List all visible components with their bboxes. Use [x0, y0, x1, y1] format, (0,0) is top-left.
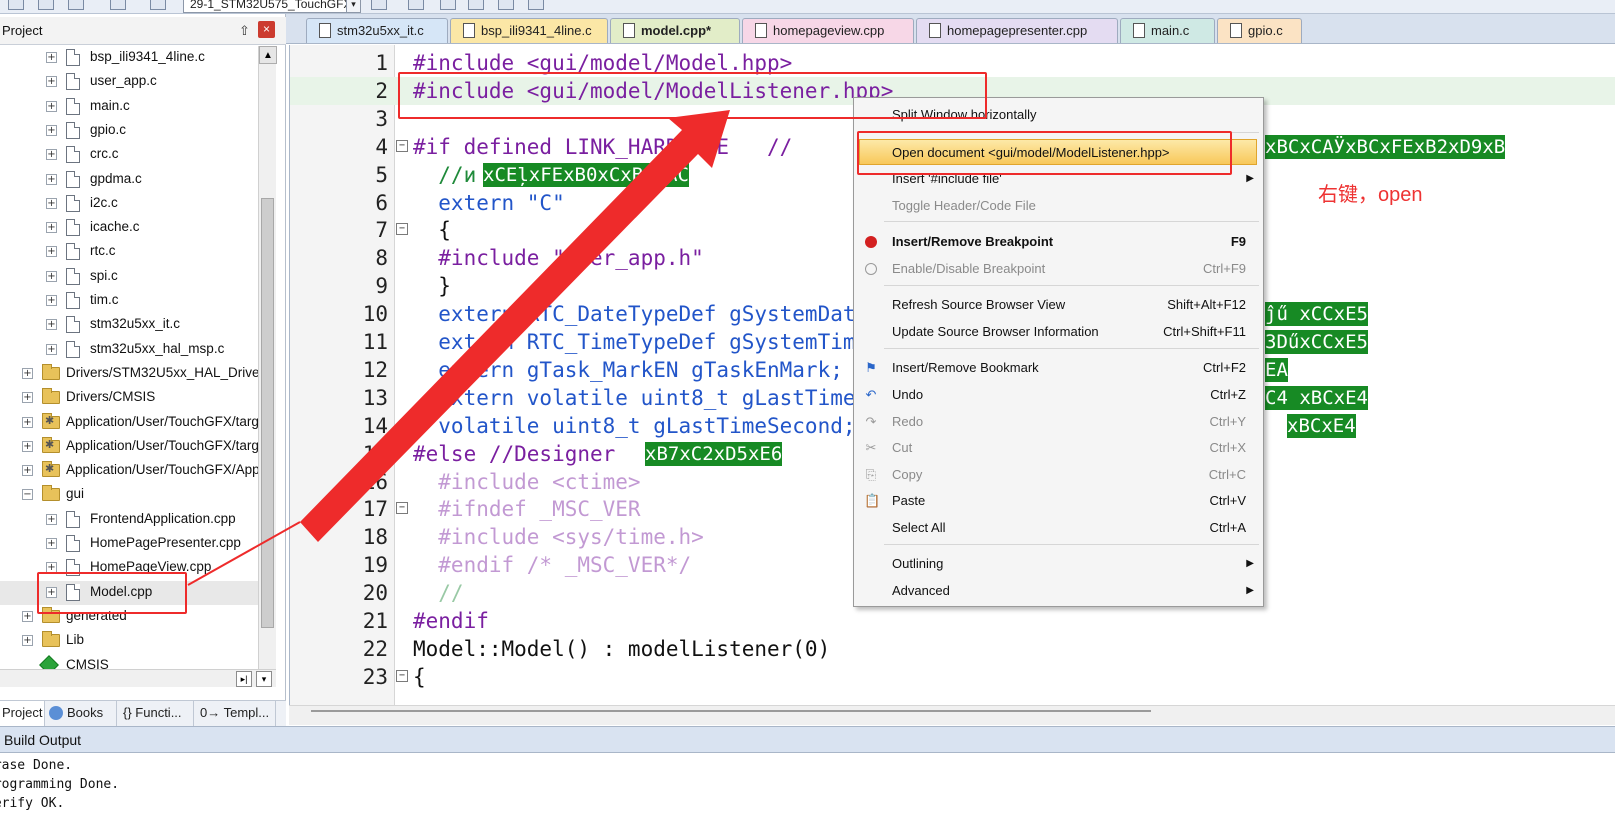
annotation-arrows	[187, 110, 730, 586]
annotation-arrow-thick	[300, 110, 730, 542]
annotation-arrow-line	[187, 521, 301, 586]
